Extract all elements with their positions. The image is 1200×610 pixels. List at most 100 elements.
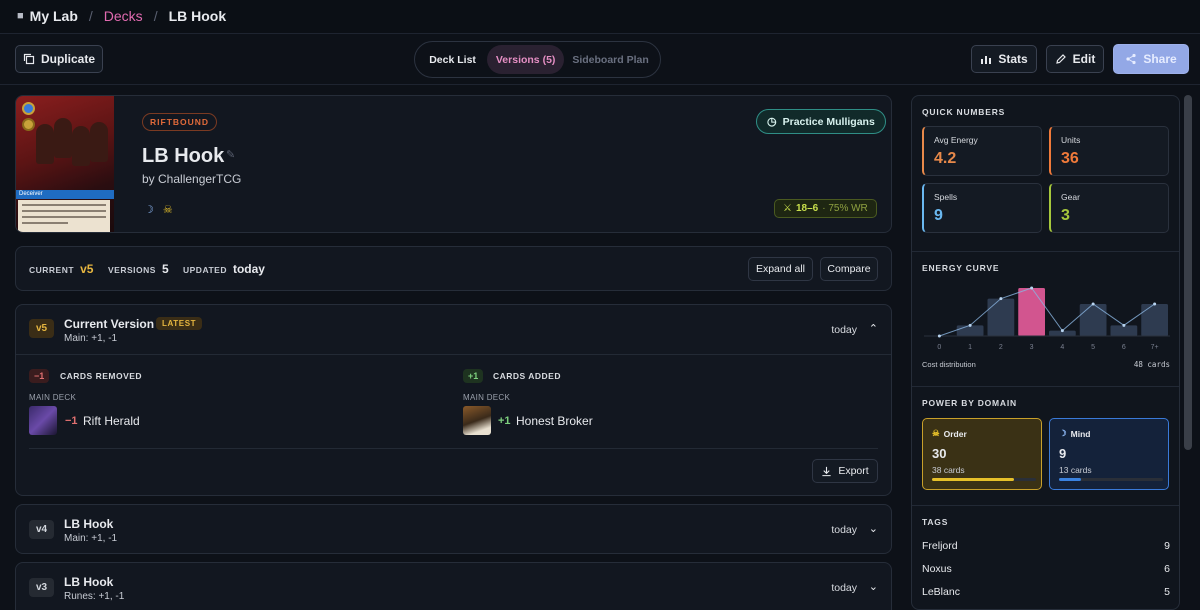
- compare-button[interactable]: Compare: [820, 257, 878, 281]
- stat-label: Gear: [1061, 192, 1080, 202]
- top-bar: ■ My Lab / Decks / LB Hook: [0, 0, 1200, 34]
- version-card-v5: v5 Current Version LATEST Main: +1, -1 t…: [15, 304, 892, 496]
- version-tag: v4: [29, 520, 54, 539]
- duplicate-button[interactable]: Duplicate: [15, 45, 103, 73]
- order-icon: ☠: [162, 204, 173, 216]
- breadcrumb-separator: /: [153, 8, 158, 24]
- domain-card-mind[interactable]: ☽ Mind 9 13 cards: [1049, 418, 1169, 490]
- stat-label: Avg Energy: [934, 135, 978, 145]
- deck-hero: Deceiver RIFTBOUND LB Hook ✎ by Challeng…: [15, 95, 892, 233]
- curve-bar: [1141, 304, 1168, 336]
- deck-sidebar: QUICK NUMBERS Avg Energy 4.2 Units 36 Sp…: [911, 95, 1180, 610]
- version-card-v4[interactable]: v4 LB Hook Main: +1, -1 today ⌄: [15, 504, 892, 554]
- stat-label: Units: [1061, 135, 1081, 145]
- deck-author: by ChallengerTCG: [142, 172, 242, 186]
- edit-button[interactable]: Edit: [1046, 45, 1104, 73]
- view-tabs: Deck List Versions (5) Sideboard Plan: [414, 41, 661, 78]
- domain-power: 30: [932, 446, 947, 461]
- current-version-meta: CURRENT v5: [29, 262, 93, 276]
- removed-card-name[interactable]: Rift Herald: [83, 414, 140, 428]
- curve-bar: [1018, 288, 1045, 336]
- domain-name: Order: [943, 428, 967, 439]
- export-button[interactable]: Export: [812, 459, 878, 483]
- tag-name: LeBlanc: [922, 586, 960, 598]
- domain-bar: [1059, 478, 1163, 481]
- tab-sideboard-plan[interactable]: Sideboard Plan: [564, 45, 657, 74]
- tab-versions[interactable]: Versions (5): [487, 45, 565, 74]
- stats-button[interactable]: Stats: [971, 45, 1037, 73]
- power-by-domain-title: POWER BY DOMAIN: [922, 398, 1017, 408]
- version-card-v3[interactable]: v3 LB Hook Runes: +1, -1 today ⌄: [15, 562, 892, 610]
- curve-point: [1030, 286, 1034, 290]
- breadcrumb-current-deck: LB Hook: [168, 8, 227, 24]
- mind-icon: ☽: [1059, 428, 1067, 438]
- curve-bar: [987, 298, 1015, 336]
- expand-all-button[interactable]: Expand all: [748, 257, 813, 281]
- duplicate-icon: [23, 53, 35, 65]
- page-scrollbar[interactable]: [1184, 95, 1192, 450]
- added-delta: +1: [498, 415, 511, 427]
- domain-bar: [932, 478, 1036, 481]
- energy-curve-chart: 0 1 2 3 4 5 6 7+: [924, 286, 1170, 351]
- tags-title: TAGS: [922, 517, 949, 527]
- tag-name: Noxus: [922, 563, 952, 575]
- curve-point: [1153, 302, 1157, 306]
- curve-point: [968, 323, 972, 327]
- tag-count: 5: [1164, 586, 1170, 598]
- rift-herald-thumbnail[interactable]: [29, 406, 57, 435]
- breadcrumb-separator: /: [88, 8, 93, 24]
- record-value: 18–6: [795, 203, 819, 214]
- versions-count-meta: VERSIONS 5: [108, 262, 169, 276]
- version-date: today: [831, 324, 857, 336]
- chevron-up-icon[interactable]: ⌃: [869, 322, 878, 335]
- removed-count-pill: −1: [29, 369, 50, 383]
- removed-delta: −1: [65, 415, 78, 427]
- share-icon: [1126, 53, 1136, 65]
- share-button[interactable]: Share: [1113, 44, 1189, 74]
- rename-pencil-icon[interactable]: ✎: [226, 148, 235, 161]
- tag-row[interactable]: Noxus 6: [922, 563, 1170, 575]
- main-deck-label: MAIN DECK: [463, 393, 511, 402]
- stat-value: 36: [1061, 150, 1079, 167]
- gear-stat: Gear 3: [1049, 183, 1169, 233]
- deck-cover-card[interactable]: Deceiver: [16, 96, 114, 232]
- share-label: Share: [1143, 52, 1177, 66]
- updated-value: today: [232, 262, 265, 276]
- versions-label: VERSIONS: [108, 265, 156, 275]
- avg-energy-stat: Avg Energy 4.2: [922, 126, 1042, 176]
- curve-bar: [1079, 304, 1107, 336]
- practice-mulligans-button[interactable]: ◷ Practice Mulligans: [756, 109, 886, 134]
- chevron-down-icon[interactable]: ⌄: [869, 580, 878, 593]
- lab-icon: ■: [17, 10, 24, 22]
- practice-mulligans-label: Practice Mulligans: [782, 115, 875, 128]
- domain-card-order[interactable]: ☠ Order 30 38 cards: [922, 418, 1042, 490]
- version-title: LB Hook: [64, 575, 114, 589]
- game-badge: RIFTBOUND: [142, 113, 218, 131]
- pencil-icon: [1055, 54, 1066, 64]
- stat-value: 9: [934, 207, 943, 224]
- chevron-down-icon[interactable]: ⌄: [869, 522, 878, 535]
- deck-domains: ☽ ☠: [144, 203, 173, 216]
- breadcrumb-my-lab[interactable]: My Lab: [30, 8, 78, 24]
- tag-row[interactable]: LeBlanc 5: [922, 586, 1170, 598]
- breadcrumb: ■ My Lab / Decks / LB Hook: [17, 8, 226, 24]
- version-tag: v5: [29, 319, 54, 338]
- curve-point: [999, 297, 1003, 301]
- tab-deck-list[interactable]: Deck List: [418, 45, 487, 74]
- divider: [16, 354, 891, 355]
- stats-label: Stats: [998, 52, 1028, 66]
- curve-point: [1060, 329, 1064, 333]
- version-title: Current Version: [64, 317, 155, 331]
- tag-row[interactable]: Freljord 9: [922, 540, 1170, 552]
- honest-broker-thumbnail[interactable]: [463, 406, 491, 435]
- versions-value: 5: [161, 262, 169, 276]
- tag-name: Freljord: [922, 540, 958, 552]
- added-card-name[interactable]: Honest Broker: [516, 414, 593, 428]
- chart-total: 48 cards: [1133, 360, 1170, 369]
- breadcrumb-decks[interactable]: Decks: [104, 8, 143, 24]
- current-value: v5: [80, 262, 94, 276]
- cards-added-heading: CARDS ADDED: [493, 371, 561, 381]
- chart-caption: Cost distribution: [922, 360, 976, 369]
- curve-tick-label: 4: [1060, 344, 1064, 351]
- current-label: CURRENT: [29, 265, 75, 275]
